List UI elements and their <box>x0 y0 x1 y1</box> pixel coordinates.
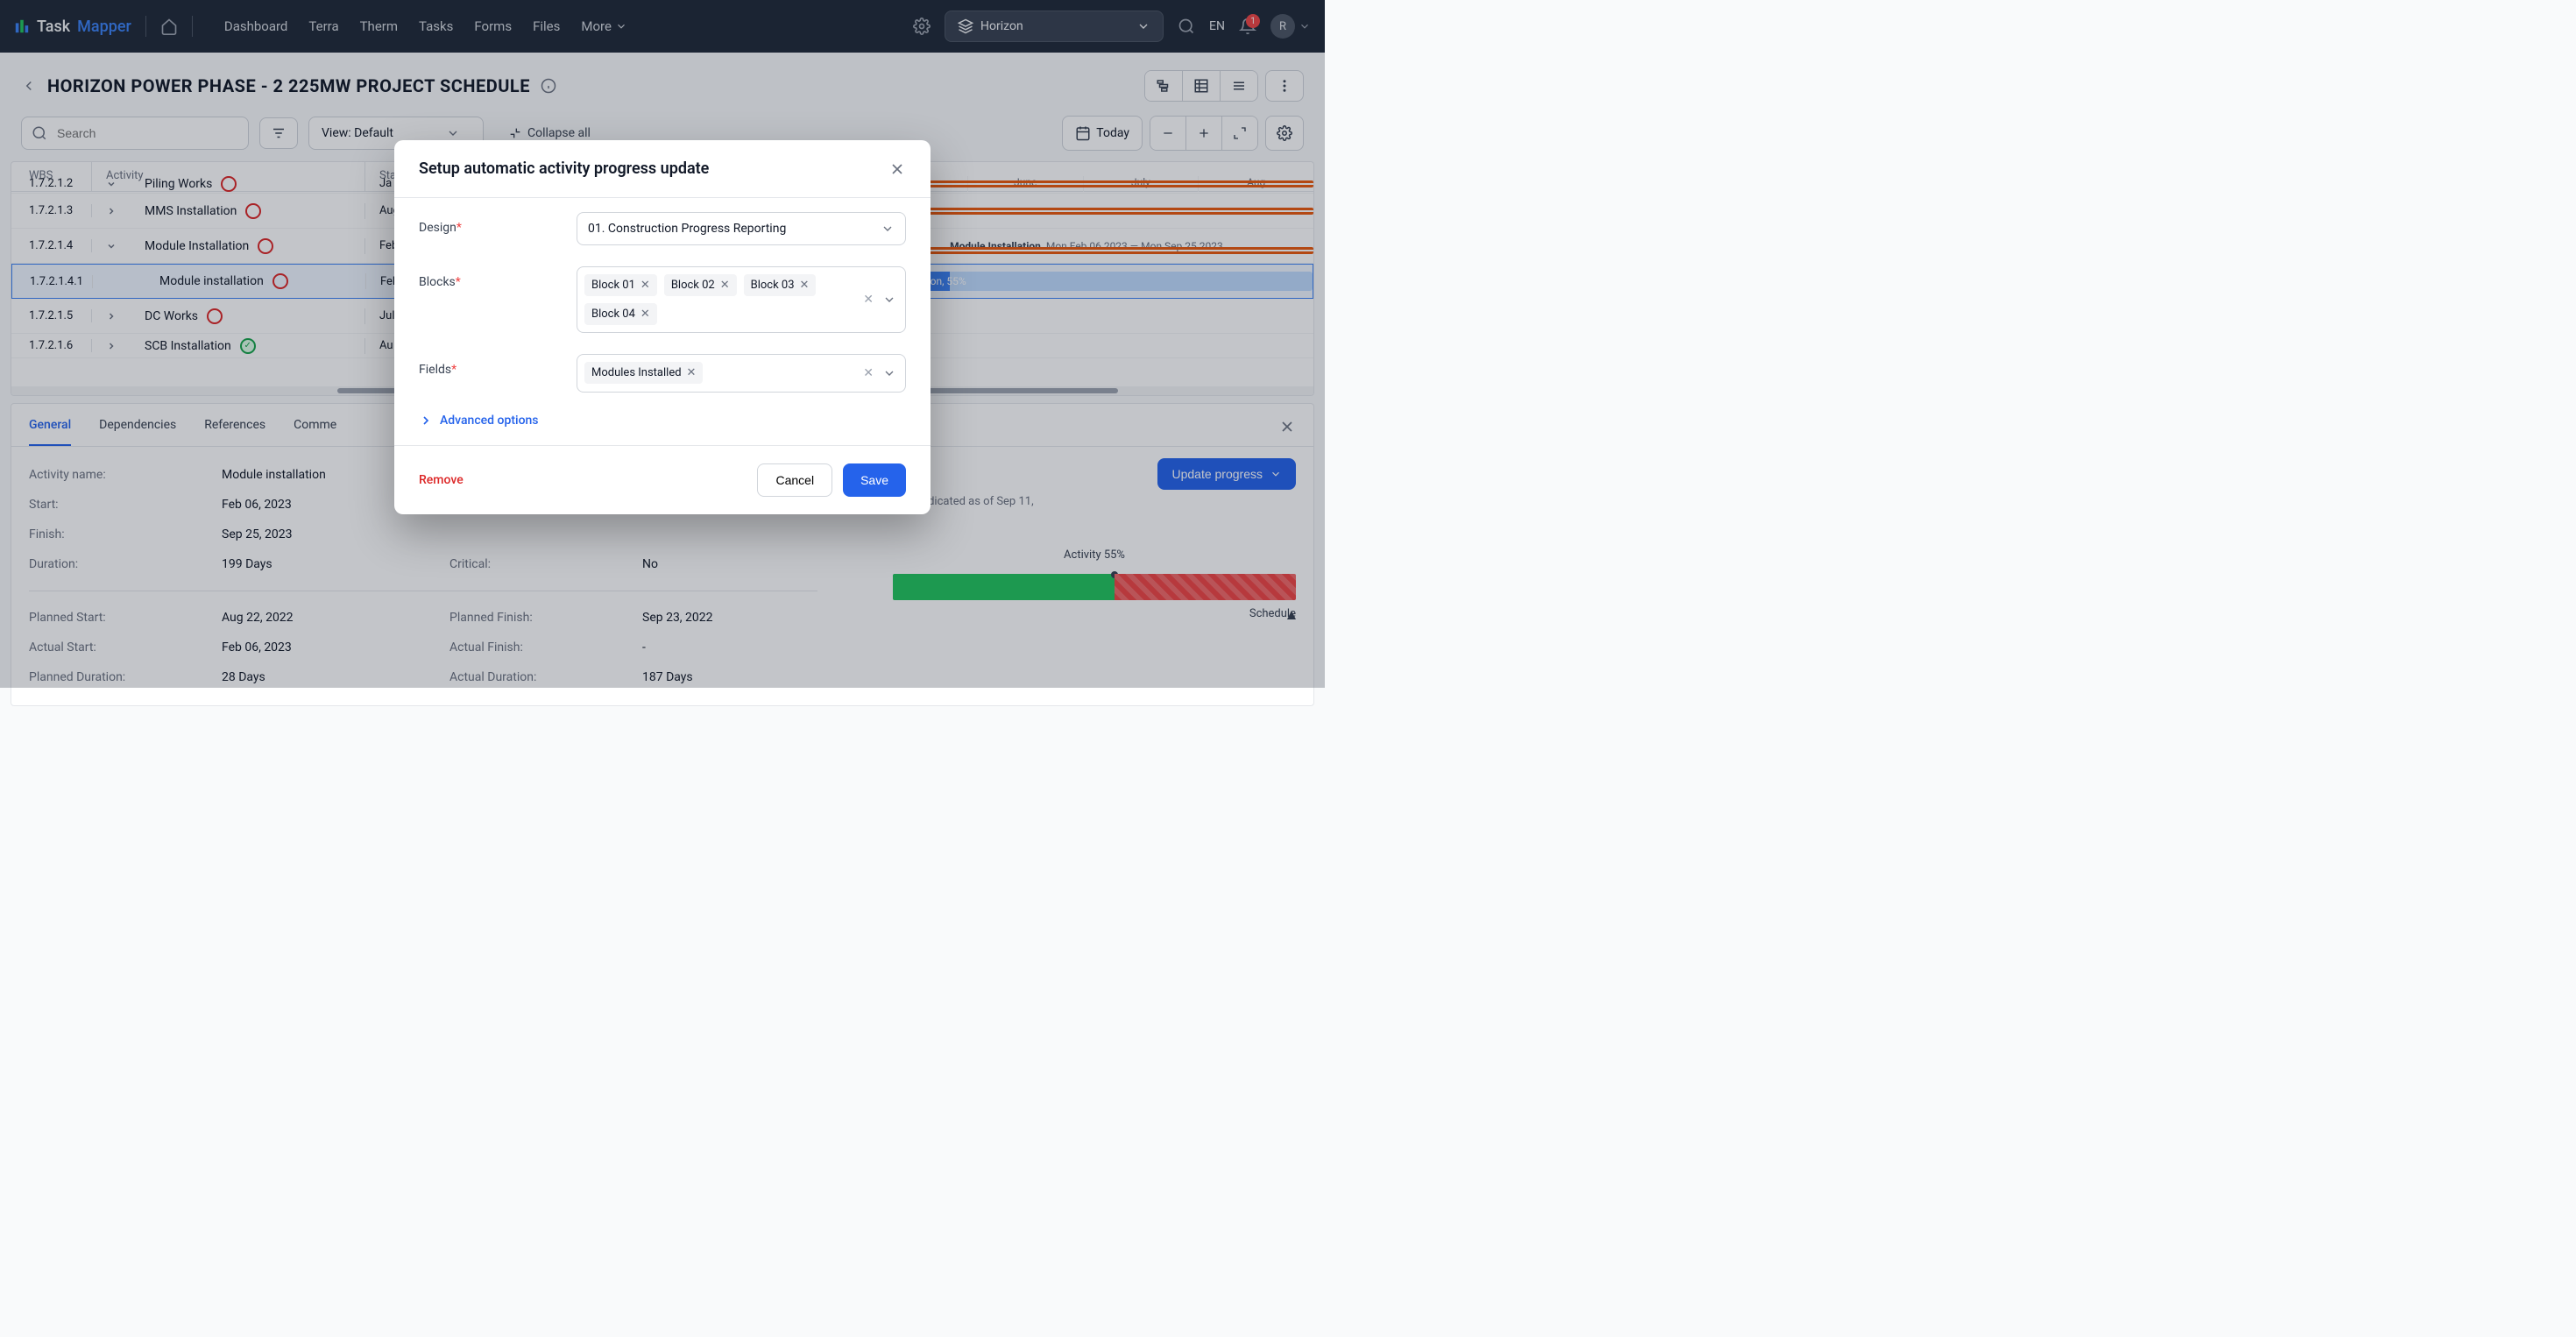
modal-body: Design* 01. Construction Progress Report… <box>394 197 931 446</box>
cancel-button[interactable]: Cancel <box>757 463 832 497</box>
form-row-design: Design* 01. Construction Progress Report… <box>419 212 906 245</box>
modal-footer: Remove Cancel Save <box>394 446 931 514</box>
chip: Modules Installed✕ <box>584 362 703 384</box>
modal: Setup automatic activity progress update… <box>394 140 931 514</box>
field-label: Design* <box>419 212 559 235</box>
multi-actions: ✕ <box>863 293 896 307</box>
form-row-fields: Fields* Modules Installed✕ ✕ <box>419 354 906 393</box>
chip-remove-icon[interactable]: ✕ <box>640 308 650 321</box>
chip-remove-icon[interactable]: ✕ <box>687 366 697 379</box>
close-icon[interactable] <box>888 160 906 178</box>
remove-button[interactable]: Remove <box>419 473 464 487</box>
chip: Block 02✕ <box>664 274 737 296</box>
fields-multiselect[interactable]: Modules Installed✕ ✕ <box>577 354 906 393</box>
chip-remove-icon[interactable]: ✕ <box>640 279 650 292</box>
blocks-multiselect[interactable]: Block 01✕ Block 02✕ Block 03✕ Block 04✕ … <box>577 266 906 333</box>
chips: Modules Installed✕ <box>584 362 870 384</box>
chevron-down-icon[interactable] <box>882 366 896 380</box>
chips: Block 01✕ Block 02✕ Block 03✕ Block 04✕ <box>584 274 870 325</box>
modal-overlay[interactable]: Setup automatic activity progress update… <box>0 0 1325 688</box>
clear-icon[interactable]: ✕ <box>863 293 874 307</box>
chevron-down-icon <box>881 222 895 236</box>
design-select[interactable]: 01. Construction Progress Reporting <box>577 212 906 245</box>
clear-icon[interactable]: ✕ <box>863 366 874 380</box>
chevron-down-icon[interactable] <box>882 293 896 307</box>
modal-title: Setup automatic activity progress update <box>419 159 709 178</box>
save-button[interactable]: Save <box>843 463 906 497</box>
field-label: Fields* <box>419 354 559 377</box>
advanced-options-button[interactable]: Advanced options <box>419 414 906 428</box>
chip-remove-icon[interactable]: ✕ <box>720 279 730 292</box>
footer-actions: Cancel Save <box>757 463 906 497</box>
chevron-right-icon <box>419 414 433 428</box>
chip: Block 01✕ <box>584 274 657 296</box>
field-label: Blocks* <box>419 266 559 289</box>
form-row-blocks: Blocks* Block 01✕ Block 02✕ Block 03✕ Bl… <box>419 266 906 333</box>
chip: Block 04✕ <box>584 303 657 325</box>
modal-header: Setup automatic activity progress update <box>394 140 931 197</box>
chip-remove-icon[interactable]: ✕ <box>800 279 810 292</box>
chip: Block 03✕ <box>744 274 817 296</box>
multi-actions: ✕ <box>863 366 896 380</box>
